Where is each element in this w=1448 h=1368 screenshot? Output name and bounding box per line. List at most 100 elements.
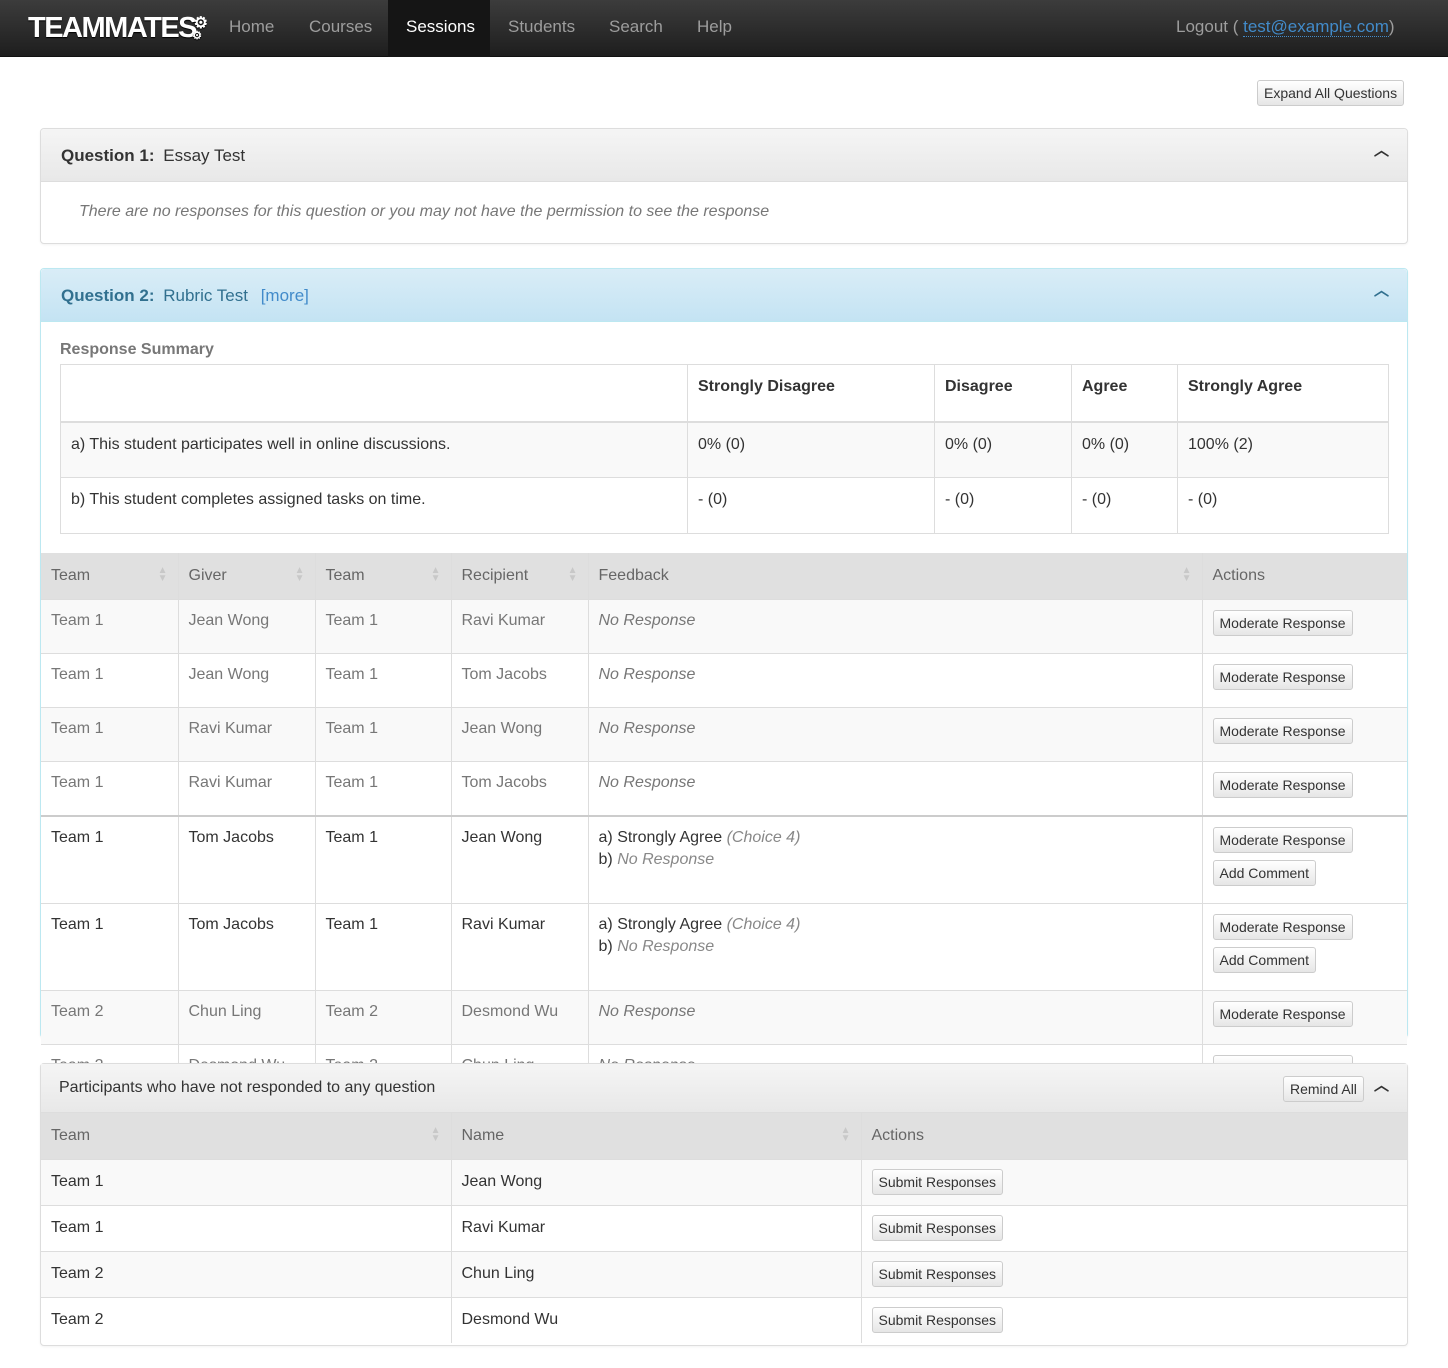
chevron-up-icon[interactable]: ︿: [1374, 129, 1389, 173]
actions-cell: Submit Responses: [861, 1250, 1407, 1297]
summary-cell: 0% (0): [934, 421, 1072, 478]
col-header-label: Team: [325, 566, 365, 584]
col-header-name[interactable]: Name ▲ ▼: [451, 1113, 862, 1159]
non-responders-heading[interactable]: Participants who have not responded to a…: [41, 1064, 1407, 1113]
moderate-response-button[interactable]: Moderate Response: [1212, 609, 1353, 636]
name-cell: Ravi Kumar: [451, 1204, 862, 1251]
recipient-team-cell: Team 1: [315, 598, 452, 653]
giver-cell: Jean Wong: [178, 652, 316, 707]
feedback-line-a: a) Strongly Agree (Choice 4): [599, 914, 1192, 936]
non-responders-table: Team ▲ ▼ Name ▲ ▼ Actions Team 1 Jean Wong S…: [41, 1113, 1407, 1343]
actions-cell: Moderate Response Add Comment: [1202, 902, 1407, 990]
question-1-panel: Question 1: Essay Test ︿ There are no re…: [40, 128, 1408, 244]
user-email-link[interactable]: test@example.com: [1243, 17, 1389, 37]
sub-question-prefix: b): [598, 937, 613, 955]
actions-cell: Moderate Response: [1202, 760, 1407, 816]
name-cell: Desmond Wu: [451, 1296, 862, 1343]
sort-icon[interactable]: ▲ ▼: [431, 1126, 441, 1144]
team-cell: Team 2: [41, 1296, 452, 1343]
moderate-response-button[interactable]: Moderate Response: [1212, 717, 1353, 744]
table-row: Team 1 Ravi Kumar Submit Responses: [41, 1204, 1407, 1251]
moderate-response-button[interactable]: Moderate Response: [1212, 913, 1353, 940]
nav-help[interactable]: Help: [679, 0, 750, 57]
moderate-response-button[interactable]: Moderate Response: [1212, 826, 1353, 853]
add-comment-button[interactable]: Add Comment: [1212, 946, 1316, 973]
table-row: Team 2 Chun Ling Team 2 Desmond Wu No Re…: [41, 989, 1407, 1044]
recipient-cell: Ravi Kumar: [451, 902, 589, 990]
col-header-team[interactable]: Team ▲ ▼: [41, 1113, 452, 1159]
recipient-team-cell: Team 1: [315, 814, 452, 903]
col-header-label: Giver: [188, 566, 227, 584]
submit-responses-button[interactable]: Submit Responses: [871, 1307, 1004, 1334]
col-header-label: Feedback: [598, 566, 669, 584]
col-header-label: Team: [51, 1126, 91, 1144]
question-2-title: Rubric Test: [163, 286, 248, 305]
name-cell: Chun Ling: [451, 1250, 862, 1297]
add-comment-button[interactable]: Add Comment: [1212, 859, 1316, 886]
moderate-response-button[interactable]: Moderate Response: [1212, 1000, 1353, 1027]
summary-header-agree: Agree: [1071, 364, 1178, 423]
sort-icon[interactable]: ▲ ▼: [841, 1126, 851, 1144]
nav-home[interactable]: Home: [211, 0, 292, 57]
col-header-recipient-team[interactable]: Team ▲ ▼: [315, 553, 452, 599]
summary-cell: 0% (0): [1071, 421, 1178, 478]
summary-cell: 100% (2): [1177, 421, 1389, 478]
name-cell: Jean Wong: [451, 1158, 862, 1205]
giver-cell: Tom Jacobs: [178, 902, 316, 990]
feedback-cell: No Response: [588, 760, 1203, 816]
summary-header-strongly-agree: Strongly Agree: [1177, 364, 1389, 423]
more-link[interactable]: [more]: [261, 286, 309, 305]
col-header-actions: Actions: [1202, 553, 1407, 599]
table-row: Team 1 Jean Wong Team 1 Ravi Kumar No Re…: [41, 598, 1407, 653]
sort-icon[interactable]: ▲ ▼: [295, 566, 305, 584]
col-header-giver-team[interactable]: Team ▲ ▼: [41, 553, 179, 599]
col-header-giver[interactable]: Giver ▲ ▼: [178, 553, 316, 599]
question-2-heading[interactable]: Question 2: Rubric Test [more] ︿: [41, 269, 1407, 322]
giver-cell: Tom Jacobs: [178, 814, 316, 903]
response-summary-table: Strongly Disagree Disagree Agree Strongl…: [60, 364, 1389, 534]
remind-all-button[interactable]: Remind All: [1283, 1076, 1364, 1102]
table-row: Team 1 Tom Jacobs Team 1 Jean Wong a) St…: [41, 814, 1407, 903]
question-1-label: Question 1:: [61, 146, 155, 165]
actions-cell: Moderate Response: [1202, 706, 1407, 761]
actions-cell: Submit Responses: [861, 1296, 1407, 1343]
logout-label[interactable]: Logout (: [1176, 17, 1238, 36]
chevron-up-icon[interactable]: ︿: [1374, 269, 1389, 313]
giver-team-cell: Team 1: [41, 902, 179, 990]
expand-all-questions-button[interactable]: Expand All Questions: [1257, 80, 1405, 106]
nav-search[interactable]: Search: [591, 0, 681, 57]
nav-sessions[interactable]: Sessions: [388, 0, 490, 57]
non-responders-title: Participants who have not responded to a…: [59, 1079, 436, 1096]
moderate-response-button[interactable]: Moderate Response: [1212, 771, 1353, 798]
col-header-feedback[interactable]: Feedback ▲ ▼: [588, 553, 1203, 599]
submit-responses-button[interactable]: Submit Responses: [871, 1215, 1004, 1241]
recipient-cell: Tom Jacobs: [451, 652, 589, 707]
sort-icon[interactable]: ▲ ▼: [158, 566, 168, 584]
table-row: Team 1 Ravi Kumar Team 1 Tom Jacobs No R…: [41, 760, 1407, 816]
submit-responses-button[interactable]: Submit Responses: [871, 1261, 1004, 1287]
nav-courses[interactable]: Courses: [291, 0, 390, 57]
sort-icon[interactable]: ▲ ▼: [568, 566, 578, 584]
sub-question-prefix: b): [598, 850, 613, 868]
moderate-response-button[interactable]: Moderate Response: [1212, 663, 1353, 690]
summary-cell: a) This student participates well in onl…: [60, 421, 688, 478]
table-row: Team 2 Chun Ling Submit Responses: [41, 1250, 1407, 1297]
chevron-up-icon[interactable]: ︿: [1374, 1064, 1389, 1108]
question-1-heading[interactable]: Question 1: Essay Test ︿: [41, 129, 1407, 182]
answer-text: Strongly Agree: [617, 828, 723, 846]
feedback-cell: No Response: [588, 706, 1203, 761]
recipient-team-cell: Team 1: [315, 902, 452, 990]
sort-icon[interactable]: ▲ ▼: [1182, 566, 1192, 584]
nav-students[interactable]: Students: [490, 0, 593, 57]
summary-header-blank: [60, 364, 688, 423]
brand-logo[interactable]: TEAMMATES ⚙ ⚙: [28, 8, 208, 48]
sort-icon[interactable]: ▲ ▼: [431, 566, 441, 584]
giver-cell: Jean Wong: [178, 598, 316, 653]
recipient-team-cell: Team 1: [315, 706, 452, 761]
recipient-cell: Jean Wong: [451, 706, 589, 761]
submit-responses-button[interactable]: Submit Responses: [871, 1169, 1004, 1195]
giver-team-cell: Team 2: [41, 989, 179, 1044]
col-header-recipient[interactable]: Recipient ▲ ▼: [451, 553, 589, 599]
logout-link[interactable]: Logout ( test@example.com): [1176, 0, 1395, 57]
question-2-label: Question 2:: [61, 286, 155, 305]
